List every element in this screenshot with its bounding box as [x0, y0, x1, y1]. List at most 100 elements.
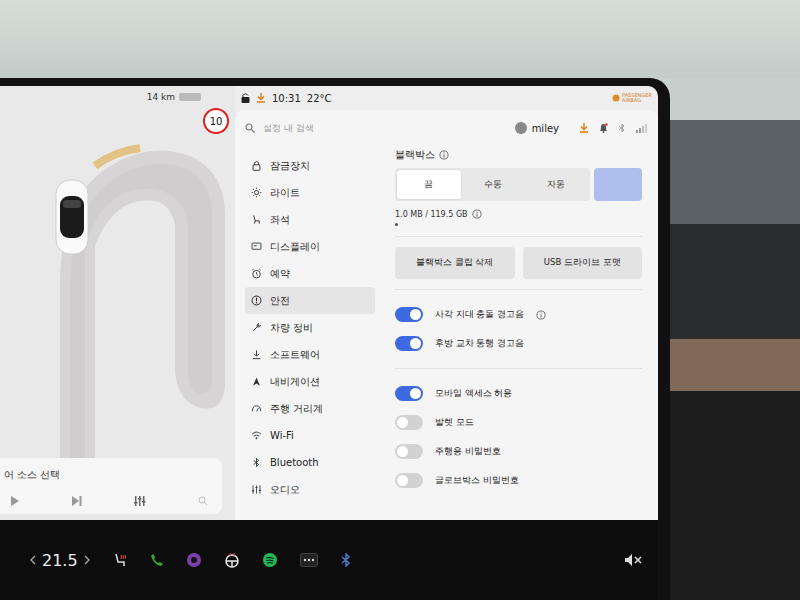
media-controls — [4, 496, 214, 506]
dashcam-button[interactable]: USB 드라이브 포맷 — [523, 247, 643, 279]
chevron-right-icon[interactable] — [84, 555, 90, 565]
menu-icon — [251, 430, 262, 441]
settings-sidebar: 잠금장치라이트좌석디스플레이예약안전차량 정비소프트웨어내비게이션주행 거리계 W… — [235, 146, 375, 520]
storage-text: 1.0 MB / 119.5 GB — [395, 210, 468, 219]
storage-bar — [395, 223, 642, 226]
chevron-left-icon[interactable] — [30, 555, 36, 565]
sidebar-item[interactable]: 소프트웨어 — [245, 341, 375, 368]
mode-option[interactable]: 끔 — [397, 170, 461, 199]
volume-mute-icon[interactable] — [624, 553, 642, 567]
equalizer-icon[interactable] — [134, 496, 146, 506]
toggle-label: 모바일 액세스 허용 — [435, 388, 512, 400]
menu-icon — [251, 457, 262, 468]
user-name: miley — [532, 123, 559, 134]
header-icons — [579, 123, 648, 133]
divider — [395, 368, 642, 369]
dashcam-title: 블랙박스 — [395, 148, 642, 162]
toggle-row[interactable]: 사각 지대 충돌 경고음 — [395, 300, 642, 329]
info-icon[interactable] — [536, 310, 546, 320]
sidebar-label: 좌석 — [270, 213, 290, 227]
bluetooth-icon[interactable] — [618, 123, 626, 133]
sidebar-label: 라이트 — [270, 186, 300, 200]
sidebar-item[interactable]: 예약 — [245, 260, 375, 287]
sidebar-label: Bluetooth — [270, 457, 319, 468]
seat-heater-icon[interactable] — [112, 552, 128, 568]
menu-icon — [251, 322, 262, 333]
sidebar-label: 오디오 — [270, 483, 300, 497]
airbag-indicator: PASSENGER AIRBAG — [612, 93, 652, 104]
toggle-switch[interactable] — [395, 386, 423, 401]
toggle-row[interactable]: 모바일 액세스 허용 — [395, 379, 642, 408]
clock: 10:31 — [272, 93, 301, 104]
menu-icon — [251, 268, 262, 279]
toggle-switch[interactable] — [395, 444, 423, 459]
sidebar-item[interactable]: 잠금장치 — [245, 152, 375, 179]
sidebar-label: Wi-Fi — [270, 430, 294, 441]
search-icon[interactable] — [198, 496, 208, 506]
toggle-knob — [410, 338, 421, 349]
next-icon[interactable] — [72, 496, 82, 506]
sidebar-item[interactable]: 디스플레이 — [245, 233, 375, 260]
map-panel[interactable]: 14 km10어 소스 선택 — [0, 86, 235, 520]
sidebar-label: 내비게이션 — [270, 375, 320, 389]
toggle-switch[interactable] — [395, 473, 423, 488]
play-icon[interactable] — [10, 496, 20, 506]
toggle-row[interactable]: 발렛 모드 — [395, 408, 642, 437]
camera-icon[interactable] — [186, 552, 202, 568]
settings-area: 10:3122°CPASSENGER AIRBAG설정 내 검색miley잠금장… — [235, 86, 658, 520]
car-icon — [54, 178, 90, 256]
toggle-row[interactable]: 주행용 비밀번호 — [395, 437, 642, 466]
more-apps-icon[interactable] — [300, 553, 318, 567]
toggle-row[interactable]: 후방 교차 통행 경고음 — [395, 329, 642, 358]
road-map[interactable] — [0, 86, 235, 520]
steering-heater-icon[interactable] — [224, 552, 240, 568]
signal-icon — [636, 123, 648, 133]
toggle-row[interactable]: 글로브박스 비밀번호 — [395, 466, 642, 495]
sidebar-label: 차량 정비 — [270, 321, 313, 335]
display: 14 km10어 소스 선택10:3122°CPASSENGER AIRBAG설… — [0, 86, 658, 600]
phone-icon[interactable] — [150, 553, 164, 567]
dashcam-action-button[interactable] — [594, 168, 642, 201]
toggle-switch[interactable] — [395, 415, 423, 430]
mode-option[interactable]: 자동 — [524, 170, 588, 199]
menu-icon — [251, 349, 262, 360]
toggle-switch[interactable] — [395, 307, 423, 322]
search-field[interactable]: 설정 내 검색 — [245, 122, 507, 135]
toggle-knob — [397, 475, 408, 486]
mode-option[interactable]: 수동 — [461, 170, 525, 199]
sidebar-item[interactable]: Wi-Fi — [245, 422, 375, 449]
sidebar-item[interactable]: 안전 — [245, 287, 375, 314]
sidebar-item[interactable]: Bluetooth — [245, 449, 375, 476]
dashcam-mode-row: 끔수동자동 — [395, 168, 642, 201]
sidebar-item[interactable]: 오디오 — [245, 476, 375, 503]
climate-control[interactable]: 21.5 — [30, 551, 90, 570]
sidebar-item[interactable]: 차량 정비 — [245, 314, 375, 341]
lock-icon[interactable] — [241, 93, 250, 103]
sidebar-item[interactable]: 내비게이션 — [245, 368, 375, 395]
sidebar-item[interactable]: 주행 거리계 — [245, 395, 375, 422]
user-profile[interactable]: miley — [515, 122, 559, 134]
sidebar-item[interactable]: 라이트 — [245, 179, 375, 206]
sidebar-label: 예약 — [270, 267, 290, 281]
sidebar-item[interactable]: 좌석 — [245, 206, 375, 233]
toggle-label: 글로브박스 비밀번호 — [435, 475, 519, 487]
menu-icon — [251, 160, 262, 171]
info-icon[interactable] — [439, 150, 449, 160]
toggle-label: 주행용 비밀번호 — [435, 446, 501, 458]
download-icon[interactable] — [256, 93, 266, 103]
media-source[interactable]: 어 소스 선택 — [4, 468, 214, 482]
toggle-switch[interactable] — [395, 336, 423, 351]
download-icon[interactable] — [579, 123, 589, 133]
storage-info: 1.0 MB / 119.5 GB — [395, 209, 642, 219]
bell-icon[interactable] — [599, 123, 608, 133]
dashcam-buttons: 블랙박스 클립 삭제USB 드라이브 포맷 — [395, 247, 642, 279]
media-player[interactable]: 어 소스 선택 — [0, 458, 222, 514]
menu-icon — [251, 241, 262, 252]
dashcam-button[interactable]: 블랙박스 클립 삭제 — [395, 247, 515, 279]
spotify-icon[interactable] — [262, 552, 278, 568]
card-header: 설정 내 검색 miley — [235, 110, 658, 146]
info-icon[interactable] — [472, 209, 482, 219]
bluetooth-icon[interactable] — [340, 553, 352, 567]
airbag-icon — [612, 94, 620, 102]
menu-icon — [251, 214, 262, 225]
